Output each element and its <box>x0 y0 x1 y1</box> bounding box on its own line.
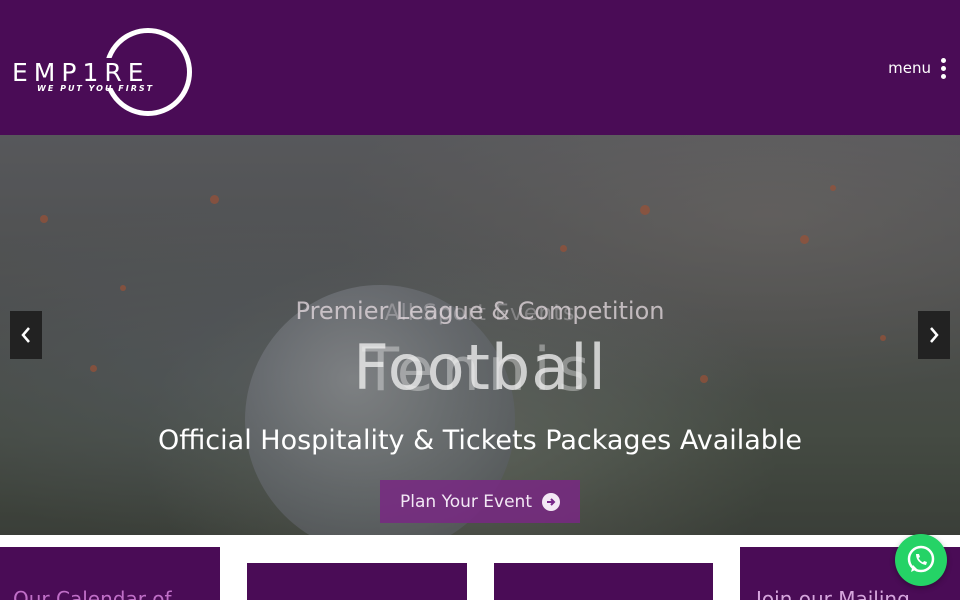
empire-logo[interactable]: EMP1RE WE PUT YOU FIRST <box>10 24 192 120</box>
whatsapp-icon <box>907 545 935 573</box>
feature-card-3[interactable] <box>494 563 713 600</box>
plan-your-event-button[interactable]: Plan Your Event <box>380 480 580 523</box>
kebab-menu-icon <box>941 57 946 79</box>
site-header: EMP1RE WE PUT YOU FIRST menu <box>0 0 960 135</box>
menu-label: menu <box>888 59 931 77</box>
calendar-card-title: Our Calendar of <box>13 587 172 600</box>
chevron-left-icon <box>21 327 30 343</box>
whatsapp-button[interactable] <box>895 534 947 586</box>
logo-tagline: WE PUT YOU FIRST <box>37 84 155 93</box>
hero-slider: All Sport Events Premier League & Compet… <box>0 135 960 535</box>
arrow-right-circle-icon <box>541 492 560 511</box>
calendar-card[interactable]: Our Calendar of <box>0 547 220 600</box>
slide-title: Football <box>353 331 607 404</box>
slide-subtitle: Premier League & Competition <box>295 297 665 325</box>
chevron-right-icon <box>930 327 939 343</box>
cta-label: Plan Your Event <box>400 491 532 512</box>
logo-wordmark: EMP1RE <box>12 58 150 87</box>
feature-card-2[interactable] <box>247 563 467 600</box>
menu-button[interactable]: menu <box>888 56 946 80</box>
slider-next-button[interactable] <box>918 311 950 359</box>
mailing-list-card-title: Join our Mailing <box>756 587 910 600</box>
slide-tagline: Official Hospitality & Tickets Packages … <box>157 425 803 456</box>
slider-prev-button[interactable] <box>10 311 42 359</box>
